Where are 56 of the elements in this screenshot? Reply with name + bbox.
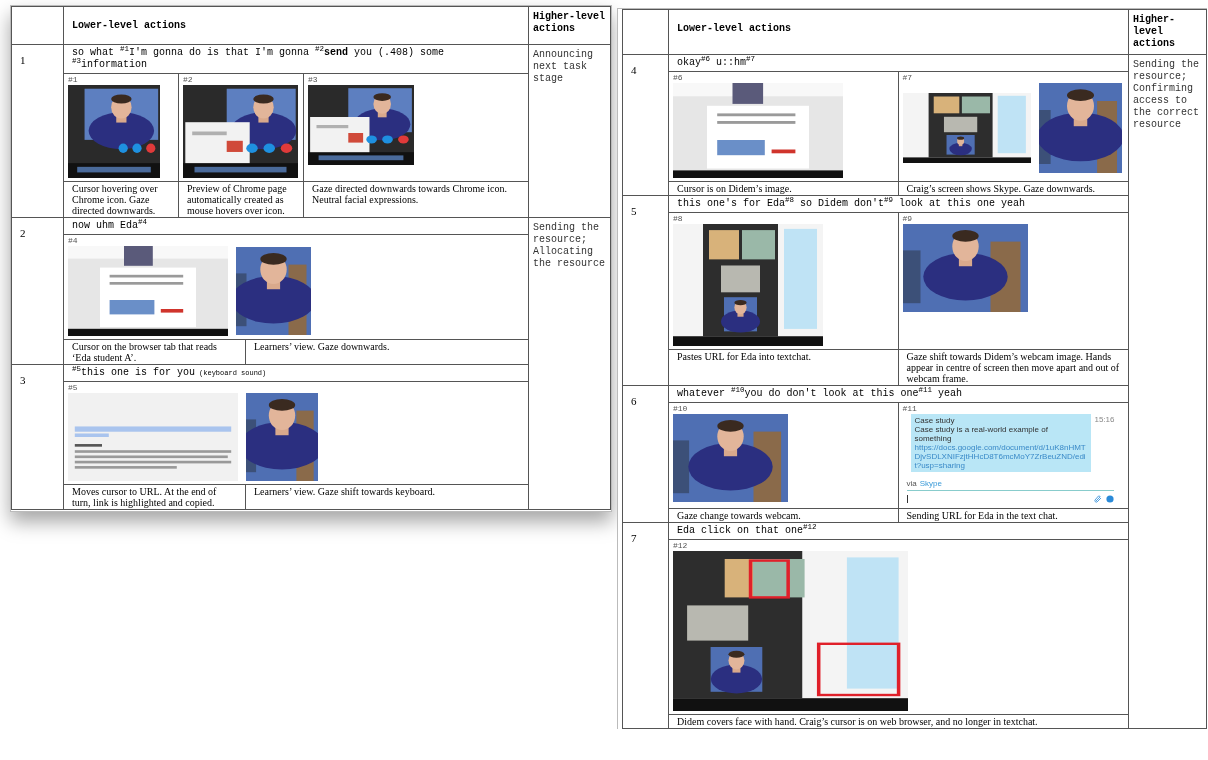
higher-level-action: Sending the resource; Confirming access to the correct resource bbox=[1133, 59, 1200, 131]
caption-text: Cursor on the browser tab that reads ‘Eda student A’. bbox=[72, 341, 218, 363]
column-header: Lower-level actions bbox=[72, 20, 187, 31]
chat-input-field[interactable] bbox=[906, 493, 1114, 505]
figure-label: #9 bbox=[902, 214, 914, 223]
utterance-text: now uhm Eda$^{#4}$ bbox=[72, 220, 148, 232]
higher-level-action: Announcing next task stage bbox=[533, 49, 594, 85]
turn-number: 4 bbox=[631, 64, 637, 76]
figure-label: #8 bbox=[673, 214, 684, 223]
utterance-text: whatever $^{#10}$you do don't look at this one$^{#11}$ yeah bbox=[677, 388, 963, 400]
caption-text: Gaze change towards webcam. bbox=[677, 510, 802, 521]
figure-label: #10 bbox=[673, 404, 689, 413]
figure-label: #11 bbox=[902, 404, 918, 413]
utterance-text: this one's for Eda$^{#8}$ so Didem don't$^{#9}$ look at this one yeah bbox=[677, 198, 1026, 210]
via-label: via bbox=[906, 478, 917, 490]
figure-label: #12 bbox=[673, 541, 689, 550]
caption-text: Gaze directed downwards towards Chrome icon. Neutral facial expressions. bbox=[312, 183, 508, 205]
utterance-text: $^{#5}$this one is for you bbox=[72, 367, 196, 379]
turn-number: 7 bbox=[631, 532, 637, 544]
figure-label: #3 bbox=[308, 75, 319, 84]
column-header: Lower-level actions bbox=[677, 23, 792, 34]
utterance-text: so what $^{#1}$I'm gonna do is that I'm gonna $^{#2}$send you (.408) some $^{#3}$information bbox=[72, 47, 446, 71]
caption-text: Pastes URL for Eda into textchat. bbox=[677, 351, 813, 362]
caption-text: Learners’ view. Gaze shift towards keyboard. bbox=[254, 486, 437, 497]
service-link[interactable]: Skype bbox=[919, 478, 942, 490]
caption-text: Craig’s screen shows Skype. Gaze downwards. bbox=[906, 183, 1097, 194]
paperclip-icon[interactable] bbox=[1093, 495, 1102, 503]
column-header: Higher-level actions bbox=[1133, 14, 1176, 50]
message-title: Case study bbox=[914, 416, 956, 425]
caption-text: Gaze shift towards Didem’s webcam image. Hands appear in centre of screen then move apart and out of webcam frame. bbox=[906, 351, 1120, 384]
higher-level-action: Sending the resource; Allocating the resource bbox=[533, 222, 606, 270]
message-text: Case study is a real-world example of something bbox=[914, 425, 1049, 443]
message-time: 15:16 bbox=[1094, 414, 1115, 426]
turn-number: 3 bbox=[20, 374, 26, 386]
figure-label: #4 bbox=[68, 236, 79, 245]
caption-text: Moves cursor to URL. At the end of turn, link is highlighted and copied. bbox=[72, 486, 218, 508]
figure-label: #6 bbox=[673, 73, 684, 82]
turn-number: 6 bbox=[631, 395, 637, 407]
emoji-icon[interactable] bbox=[1105, 495, 1114, 503]
turn-number: 1 bbox=[20, 54, 26, 66]
message-link[interactable]: https://docs.google.com/document/d/1uK8nHMTDjvSDLXNIFzjtHHcD8T6mcMoY7ZrBeuZND/edit?usp=sharing bbox=[914, 443, 1087, 470]
figure-label: #1 bbox=[68, 75, 79, 84]
figure-label: #2 bbox=[183, 75, 194, 84]
figure-label: #5 bbox=[68, 383, 79, 392]
figure-label: #7 bbox=[902, 73, 914, 82]
turn-number: 2 bbox=[20, 227, 26, 239]
caption-text: Preview of Chrome page automatically created as mouse hovers over icon. bbox=[187, 183, 288, 216]
caption-text: Didem covers face with hand. Craig’s cursor is on web browser, and no longer in textchat. bbox=[677, 716, 1039, 727]
column-header: Higher-level actions bbox=[533, 11, 606, 35]
utterance-text: Eda click on that one$^{#12}$ bbox=[677, 525, 817, 537]
utterance-text: okay$^{#6}$ u::hm$^{#7}$ bbox=[677, 57, 756, 69]
caption-text: Cursor is on Didem’s image. bbox=[677, 183, 793, 194]
caption-text: Learners’ view. Gaze downwards. bbox=[254, 341, 391, 352]
turn-number: 5 bbox=[631, 205, 637, 217]
caption-text: Cursor hovering over Chrome icon. Gaze directed downwards. bbox=[72, 183, 159, 216]
caption-text: Sending URL for Eda in the text chat. bbox=[906, 510, 1059, 521]
